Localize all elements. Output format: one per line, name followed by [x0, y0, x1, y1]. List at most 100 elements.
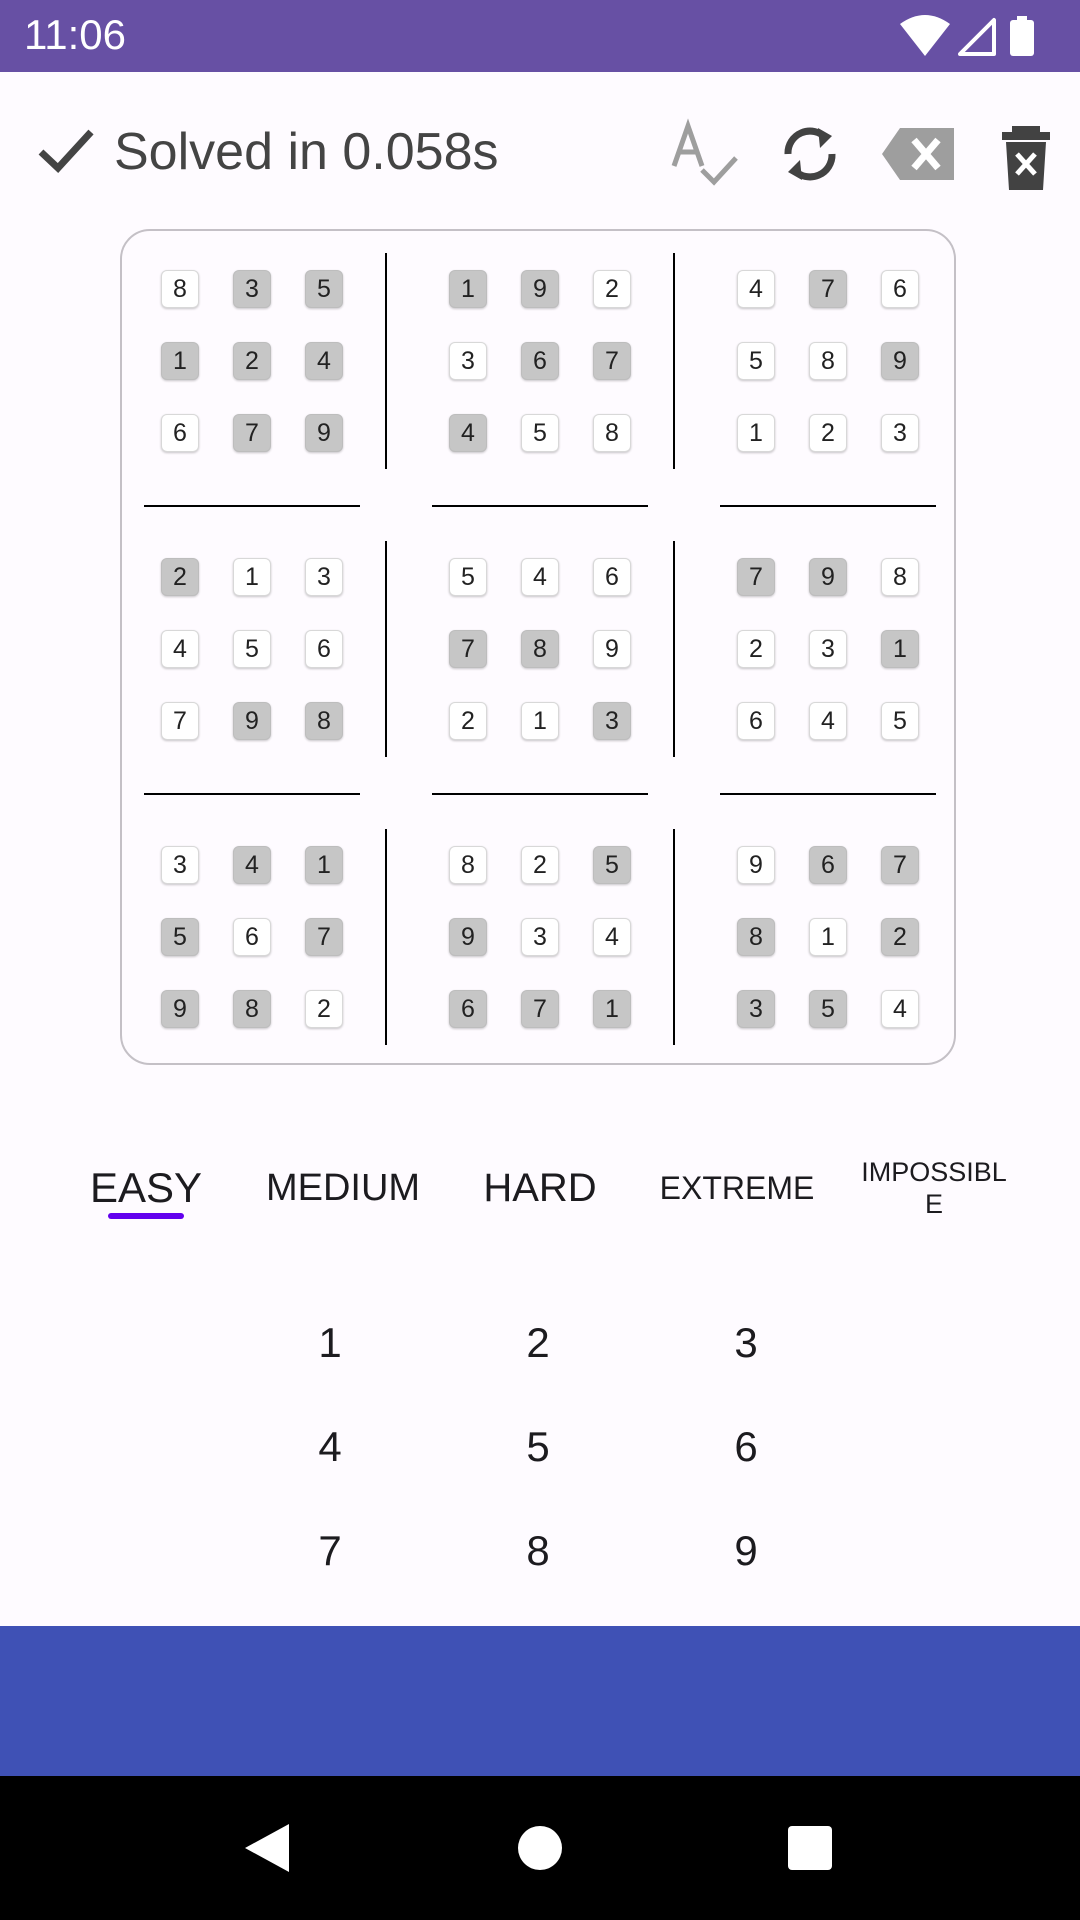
sudoku-cell-given[interactable]: 7: [737, 558, 775, 596]
sudoku-cell[interactable]: 4: [809, 702, 847, 740]
tab-hard[interactable]: HARD: [442, 1138, 638, 1238]
sudoku-cell[interactable]: 3: [809, 630, 847, 668]
sudoku-cell-given[interactable]: 1: [305, 846, 343, 884]
sudoku-cell-given[interactable]: 6: [449, 990, 487, 1028]
keypad-key[interactable]: 2: [478, 1298, 598, 1388]
sudoku-cell-given[interactable]: 8: [233, 990, 271, 1028]
sudoku-cell[interactable]: 6: [305, 630, 343, 668]
sudoku-cell-given[interactable]: 7: [809, 270, 847, 308]
sudoku-cell-given[interactable]: 9: [809, 558, 847, 596]
sudoku-cell[interactable]: 2: [809, 414, 847, 452]
sudoku-cell[interactable]: 5: [881, 702, 919, 740]
sudoku-cell-given[interactable]: 5: [809, 990, 847, 1028]
clear-board-button[interactable]: [986, 114, 1066, 194]
keypad-key[interactable]: 9: [686, 1506, 806, 1596]
sudoku-cell-given[interactable]: 8: [521, 630, 559, 668]
tab-extreme[interactable]: EXTREME: [639, 1138, 835, 1238]
keypad-key[interactable]: 4: [270, 1402, 390, 1492]
sudoku-cell-given[interactable]: 2: [161, 558, 199, 596]
sudoku-cell[interactable]: 5: [737, 342, 775, 380]
sudoku-cell[interactable]: 6: [881, 270, 919, 308]
sudoku-cell-given[interactable]: 8: [305, 702, 343, 740]
sudoku-cell-given[interactable]: 2: [881, 918, 919, 956]
sudoku-cell[interactable]: 4: [161, 630, 199, 668]
sudoku-cell-given[interactable]: 5: [593, 846, 631, 884]
sudoku-cell[interactable]: 2: [593, 270, 631, 308]
sudoku-cell[interactable]: 5: [449, 558, 487, 596]
sudoku-cell[interactable]: 3: [449, 342, 487, 380]
sudoku-cell-given[interactable]: 1: [449, 270, 487, 308]
sudoku-cell[interactable]: 6: [593, 558, 631, 596]
tab-easy[interactable]: EASY: [48, 1138, 244, 1238]
sudoku-cell-given[interactable]: 9: [449, 918, 487, 956]
recents-button[interactable]: [780, 1818, 840, 1878]
sudoku-cell[interactable]: 3: [305, 558, 343, 596]
sudoku-cell[interactable]: 6: [233, 918, 271, 956]
sudoku-cell[interactable]: 3: [881, 414, 919, 452]
sudoku-cell[interactable]: 6: [161, 414, 199, 452]
sudoku-cell-given[interactable]: 6: [521, 342, 559, 380]
sudoku-cell-given[interactable]: 1: [593, 990, 631, 1028]
sudoku-cell-given[interactable]: 9: [233, 702, 271, 740]
keypad-key[interactable]: 6: [686, 1402, 806, 1492]
sudoku-cell[interactable]: 2: [305, 990, 343, 1028]
sudoku-cell[interactable]: 1: [521, 702, 559, 740]
sudoku-cell[interactable]: 7: [161, 702, 199, 740]
tab-medium[interactable]: MEDIUM: [245, 1138, 441, 1238]
keypad-key[interactable]: 8: [478, 1506, 598, 1596]
sudoku-cell-given[interactable]: 7: [305, 918, 343, 956]
sudoku-cell-given[interactable]: 1: [881, 630, 919, 668]
sudoku-cell-given[interactable]: 3: [737, 990, 775, 1028]
sudoku-cell[interactable]: 2: [737, 630, 775, 668]
sudoku-cell[interactable]: 4: [881, 990, 919, 1028]
sudoku-cell-given[interactable]: 7: [521, 990, 559, 1028]
backspace-button[interactable]: [878, 114, 958, 194]
sudoku-cell[interactable]: 4: [521, 558, 559, 596]
sudoku-cell-given[interactable]: 8: [737, 918, 775, 956]
sudoku-cell-given[interactable]: 9: [305, 414, 343, 452]
sudoku-cell[interactable]: 5: [521, 414, 559, 452]
keypad-key[interactable]: 1: [270, 1298, 390, 1388]
sudoku-cell[interactable]: 3: [161, 846, 199, 884]
sudoku-cell-given[interactable]: 9: [521, 270, 559, 308]
keypad-key[interactable]: 3: [686, 1298, 806, 1388]
sudoku-cell[interactable]: 9: [593, 630, 631, 668]
sudoku-cell-given[interactable]: 4: [305, 342, 343, 380]
sudoku-cell[interactable]: 3: [521, 918, 559, 956]
sudoku-cell[interactable]: 4: [737, 270, 775, 308]
tab-impossible[interactable]: IMPOSSIBL E: [836, 1138, 1032, 1238]
sudoku-cell[interactable]: 4: [593, 918, 631, 956]
sudoku-cell[interactable]: 1: [233, 558, 271, 596]
sudoku-cell[interactable]: 8: [449, 846, 487, 884]
keypad-key[interactable]: 7: [270, 1506, 390, 1596]
sudoku-cell-given[interactable]: 2: [233, 342, 271, 380]
sudoku-cell-given[interactable]: 9: [881, 342, 919, 380]
sudoku-cell[interactable]: 8: [881, 558, 919, 596]
sudoku-cell-given[interactable]: 5: [305, 270, 343, 308]
sudoku-cell[interactable]: 5: [233, 630, 271, 668]
sudoku-cell-given[interactable]: 7: [233, 414, 271, 452]
sudoku-cell-given[interactable]: 1: [161, 342, 199, 380]
sudoku-cell[interactable]: 1: [809, 918, 847, 956]
spell-check-button[interactable]: [664, 114, 744, 194]
sudoku-cell-given[interactable]: 3: [233, 270, 271, 308]
home-button[interactable]: [510, 1818, 570, 1878]
sudoku-cell[interactable]: 8: [593, 414, 631, 452]
keypad-key[interactable]: 5: [478, 1402, 598, 1492]
sudoku-cell[interactable]: 6: [737, 702, 775, 740]
sudoku-cell[interactable]: 2: [449, 702, 487, 740]
sudoku-cell-given[interactable]: 3: [593, 702, 631, 740]
sudoku-cell[interactable]: 2: [521, 846, 559, 884]
sudoku-cell[interactable]: 8: [161, 270, 199, 308]
sudoku-cell-given[interactable]: 6: [809, 846, 847, 884]
sudoku-cell-given[interactable]: 7: [881, 846, 919, 884]
sudoku-cell-given[interactable]: 5: [161, 918, 199, 956]
sudoku-cell-given[interactable]: 9: [161, 990, 199, 1028]
sudoku-cell[interactable]: 8: [809, 342, 847, 380]
sudoku-cell-given[interactable]: 7: [593, 342, 631, 380]
sudoku-cell[interactable]: 9: [737, 846, 775, 884]
sudoku-cell-given[interactable]: 7: [449, 630, 487, 668]
refresh-button[interactable]: [770, 114, 850, 194]
sudoku-cell-given[interactable]: 4: [233, 846, 271, 884]
sudoku-cell[interactable]: 1: [737, 414, 775, 452]
